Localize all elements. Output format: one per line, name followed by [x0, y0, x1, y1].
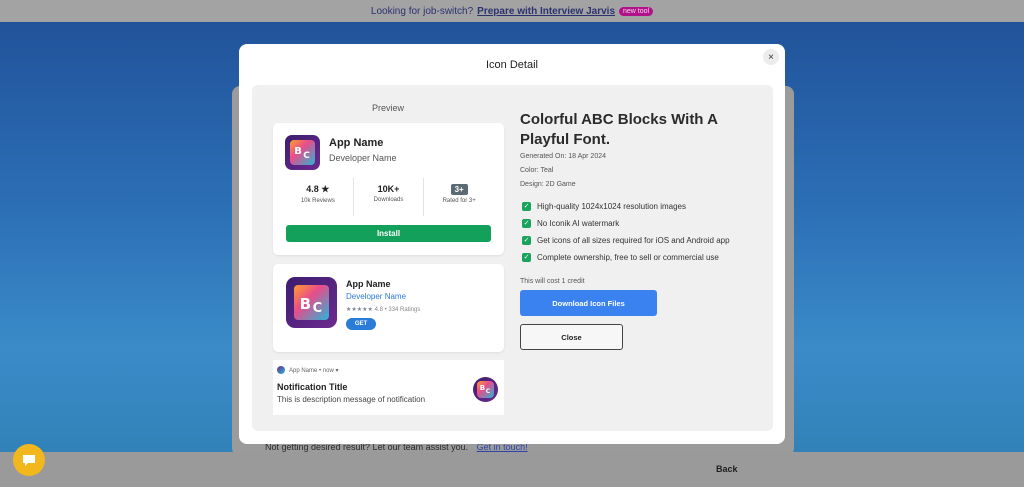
preview-label: Preview	[372, 103, 405, 113]
banner-text: Looking for job-switch?	[370, 5, 474, 17]
get-button[interactable]: GET	[346, 318, 376, 330]
chat-icon	[23, 455, 35, 466]
icon-design: Design: 2D Game	[520, 181, 576, 188]
icon-color: Color: Teal	[520, 167, 554, 174]
rating-text: 4.8 • 334 Ratings	[374, 307, 421, 313]
play-store-preview: BC App Name Developer Name 4.8 ★ 10k Rev…	[273, 123, 504, 255]
feature-text: Get icons of all sizes required for iOS …	[537, 236, 730, 245]
app-name: App Name	[346, 279, 391, 289]
install-button[interactable]: Install	[286, 225, 491, 242]
stat-rating: 4.8 ★ 10k Reviews	[283, 178, 354, 216]
stat-age-rating: 3+ Rated for 3+	[424, 178, 494, 216]
star-icons: ★★★★★	[346, 307, 373, 313]
modal-title: Icon Detail	[486, 59, 538, 71]
developer-name: Developer Name	[346, 292, 407, 301]
feature-item: ✓ Get icons of all sizes required for iO…	[522, 236, 730, 245]
feature-text: No Iconik AI watermark	[537, 219, 620, 228]
icon-detail-modal: Icon Detail × Preview BC App Name Develo…	[239, 44, 785, 444]
generated-on: Generated On: 18 Apr 2024	[520, 153, 607, 160]
close-button[interactable]: Close	[520, 324, 623, 350]
ratings: ★★★★★ 4.8 • 334 Ratings	[346, 306, 420, 313]
modal-content: Preview BC App Name Developer Name 4.8 ★…	[252, 85, 773, 431]
developer-name: Developer Name	[329, 153, 397, 163]
notification-header-text: App Name • now ▾	[289, 367, 339, 374]
app-icon: BC	[286, 277, 337, 328]
notification-message: This is description message of notificat…	[277, 395, 426, 404]
chat-button[interactable]	[13, 444, 45, 476]
notification-header: App Name • now ▾	[277, 366, 338, 374]
icon-title: Colorful ABC Blocks With A Playful Font.	[520, 111, 718, 148]
feature-text: Complete ownership, free to sell or comm…	[537, 253, 719, 262]
new-tool-badge: new tool	[619, 6, 654, 16]
stat-value: 4.8 ★	[306, 184, 330, 194]
app-icon: BC	[473, 377, 498, 402]
notification-preview: App Name • now ▾ Notification Title This…	[273, 360, 504, 415]
back-button[interactable]: Back	[716, 464, 738, 474]
notification-title: Notification Title	[277, 382, 348, 392]
feature-item: ✓ No Iconik AI watermark	[522, 219, 619, 228]
app-icon: BC	[285, 135, 320, 170]
banner-link[interactable]: Prepare with Interview Jarvis	[477, 6, 615, 17]
app-store-preview: BC App Name Developer Name ★★★★★ 4.8 • 3…	[273, 264, 504, 352]
checkbox-icon: ✓	[522, 253, 531, 262]
stat-label: Rated for 3+	[442, 198, 476, 204]
age-rating-badge: 3+	[450, 184, 468, 195]
feature-item: ✓ Complete ownership, free to sell or co…	[522, 253, 719, 262]
checkbox-icon: ✓	[522, 202, 531, 211]
app-mini-icon	[277, 366, 285, 374]
app-name: App Name	[329, 137, 384, 149]
feature-text: High-quality 1024x1024 resolution images	[537, 202, 686, 211]
stat-value: 10K+	[377, 184, 400, 194]
bottom-bar	[0, 452, 1024, 487]
checkbox-icon: ✓	[522, 219, 531, 228]
app-stats: 4.8 ★ 10k Reviews 10K+ Downloads 3+ Rate…	[283, 178, 494, 216]
stat-downloads: 10K+ Downloads	[354, 178, 425, 216]
close-icon[interactable]: ×	[763, 49, 779, 65]
download-icon-files-button[interactable]: Download Icon Files	[520, 290, 657, 316]
cost-text: This will cost 1 credit	[520, 278, 585, 285]
top-banner: Looking for job-switch? Prepare with Int…	[0, 0, 1024, 22]
stat-label: Downloads	[373, 197, 404, 203]
feature-item: ✓ High-quality 1024x1024 resolution imag…	[522, 202, 686, 211]
stat-label: 10k Reviews	[300, 198, 335, 204]
checkbox-icon: ✓	[522, 236, 531, 245]
